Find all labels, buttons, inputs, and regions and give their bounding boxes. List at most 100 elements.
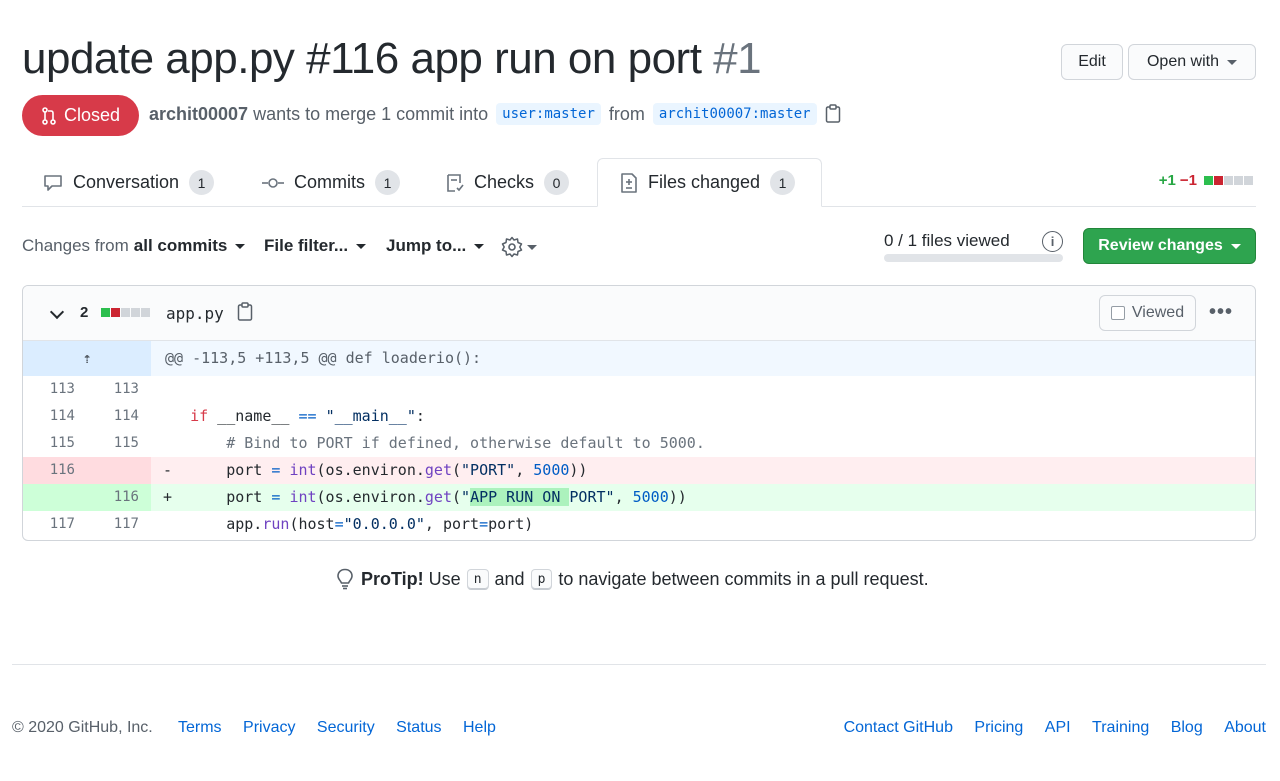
base-branch[interactable]: user:master [496,103,601,125]
diffstat-add-block [101,308,110,317]
changes-from-label: Changes from [22,236,129,255]
old-line-number[interactable]: 113 [23,376,87,403]
footer-link-privacy[interactable]: Privacy [243,719,295,736]
protip-use: Use [428,568,461,589]
file-filter-dropdown[interactable]: File filter... [264,236,367,256]
new-line-number[interactable]: 117 [87,511,151,538]
jump-to-label: Jump to... [386,236,467,255]
new-line-number[interactable] [87,457,151,484]
hunk-header: @@ -113,5 +113,5 @@ def loaderio(): [165,349,482,367]
file-change-count: 2 [80,304,89,321]
file-header: 2 app.py Viewed ••• [23,286,1255,341]
diffstat-del-block [111,308,120,317]
new-line-number[interactable]: 115 [87,430,151,457]
footer-link-security[interactable]: Security [317,719,375,736]
clipboard-icon[interactable] [237,302,253,322]
dropdown-caret-icon [1227,59,1238,65]
footer-link-contact[interactable]: Contact GitHub [844,719,953,736]
tab-commits[interactable]: Commits 1 [262,158,400,207]
footer-link-help[interactable]: Help [463,719,496,736]
diffstat-neutral-block [131,308,140,317]
collapse-chevron-icon[interactable] [49,304,65,320]
head-branch[interactable]: archit00007:master [652,103,817,125]
commit-icon [262,177,284,188]
old-line-number[interactable]: 116 [23,457,87,484]
file-filter-label: File filter... [264,236,349,255]
new-line-number[interactable]: 113 [87,376,151,403]
diff-line: 114 114 if __name__ == "__main__": [23,403,1255,430]
tab-files-changed[interactable]: Files changed 1 [597,158,822,207]
diffstat-neutral-block [1224,176,1233,185]
changes-from-dropdown[interactable]: Changes from all commits [22,236,246,256]
file-name[interactable]: app.py [166,304,224,323]
footer-link-pricing[interactable]: Pricing [974,719,1023,736]
file-diff-icon [621,172,637,193]
tab-count: 1 [189,170,215,195]
chevron-down-icon [356,243,367,249]
protip-label: ProTip! [361,568,424,589]
edit-button[interactable]: Edit [1061,44,1123,80]
footer-link-training[interactable]: Training [1092,719,1149,736]
viewed-checkbox[interactable] [1110,306,1125,320]
clipboard-icon[interactable] [825,104,841,124]
unfold-icon[interactable]: ⇡ [23,341,151,376]
old-line-number[interactable] [23,484,87,511]
diff-line-deleted: 116 - port = int(os.environ.get("PORT", … [23,457,1255,484]
comment-icon [44,174,62,191]
tab-checks[interactable]: Checks 0 [446,158,570,207]
new-line-number[interactable]: 116 [87,484,151,511]
checklist-icon [447,173,464,192]
viewed-checkbox-button[interactable]: Viewed [1099,295,1196,331]
diffstat-del-block [1214,176,1223,185]
chevron-down-icon [235,243,246,249]
chevron-down-icon [474,243,485,249]
diffstat-neutral-block [1234,176,1243,185]
footer-link-about[interactable]: About [1224,719,1266,736]
status-badge: Closed [22,95,139,136]
review-changes-button[interactable]: Review changes [1083,228,1256,264]
jump-to-dropdown[interactable]: Jump to... [386,236,485,256]
pr-title-text: update app.py #116 app run on port [22,34,702,83]
protip-rest: to navigate between commits in a pull re… [558,568,929,589]
additions-count: +1 [1158,172,1176,189]
line-code: + port = int(os.environ.get("APP RUN ON … [163,488,687,506]
line-code: app.run(host="0.0.0.0", port=port) [163,515,534,533]
diffstat-bar [1203,176,1253,185]
kebab-icon[interactable]: ••• [1209,301,1233,324]
file-diffstat-bar [100,308,150,317]
open-with-label: Open with [1146,53,1220,70]
old-line-number[interactable]: 115 [23,430,87,457]
tab-count: 0 [544,170,570,195]
addition-marker: + [163,488,173,506]
viewed-label: Viewed [1131,304,1185,321]
hunk-header-row: ⇡ @@ -113,5 +113,5 @@ def loaderio(): [23,341,1255,376]
footer-link-status[interactable]: Status [396,719,441,736]
open-with-button[interactable]: Open with [1128,44,1256,80]
pr-title: update app.py #116 app run on port #1 [22,34,762,84]
protip-and: and [494,568,525,589]
tab-count: 1 [375,170,400,195]
files-viewed-text: 0 / 1 files viewed [884,231,1010,250]
diff-line: 113 113 [23,376,1255,403]
footer-link-blog[interactable]: Blog [1171,719,1203,736]
info-icon[interactable]: i [1042,231,1063,252]
from-text: from [608,103,645,124]
footer-left-links: Terms Privacy Security Status Help [178,719,496,737]
old-line-number[interactable]: 117 [23,511,87,538]
chevron-down-icon [1230,243,1241,249]
old-line-number[interactable]: 114 [23,403,87,430]
light-bulb-icon [337,568,353,590]
tab-label: Checks [474,172,535,192]
protip: ProTip! Use n and p to navigate between … [336,568,929,590]
file-diff: 2 app.py Viewed ••• ⇡ @@ -113,5 +113,5 @… [22,285,1256,541]
chevron-down-icon [527,244,537,250]
author-link[interactable]: archit00007 [149,104,248,125]
new-line-number[interactable]: 114 [87,403,151,430]
tab-conversation[interactable]: Conversation 1 [43,158,215,207]
diff-settings-dropdown[interactable] [501,236,537,258]
footer-link-api[interactable]: API [1045,719,1071,736]
footer-divider [12,664,1266,665]
diffstat: +1 −1 [1159,172,1253,189]
pr-meta: archit00007 wants to merge 1 commit into… [149,103,841,125]
footer-link-terms[interactable]: Terms [178,719,222,736]
